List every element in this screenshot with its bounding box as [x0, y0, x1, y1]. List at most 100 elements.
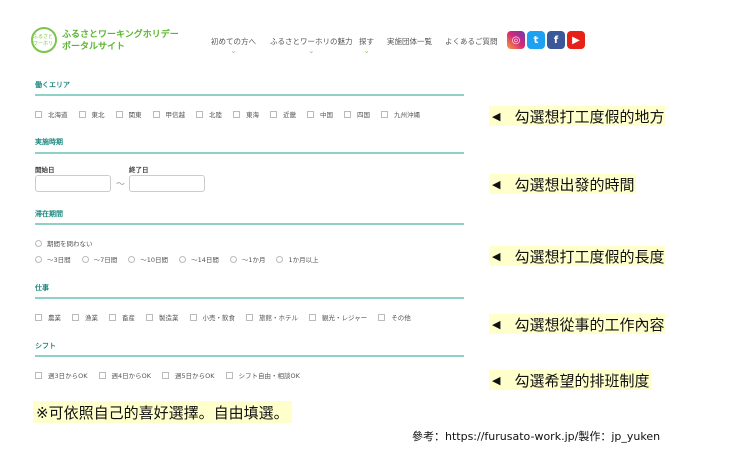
checkbox[interactable] [35, 110, 42, 118]
option-label: ～14日間 [191, 256, 219, 264]
option-label: 北海道 [48, 111, 68, 119]
radio-button[interactable] [128, 255, 136, 263]
nav-first-time[interactable]: 初めての方へ ⌄ [211, 36, 256, 55]
option[interactable]: 中国 [307, 109, 333, 119]
facebook-icon[interactable]: f [547, 31, 565, 49]
option[interactable]: ～1か月 [229, 254, 265, 264]
option[interactable]: 近畿 [270, 109, 296, 119]
option[interactable]: ～14日間 [179, 254, 219, 264]
checkbox[interactable] [270, 110, 277, 118]
option[interactable]: 1か月以上 [276, 254, 319, 264]
option[interactable]: ～7日間 [81, 254, 117, 264]
option-label: 中国 [320, 111, 333, 119]
option-label: 近畿 [283, 111, 296, 119]
checkbox[interactable] [307, 110, 314, 118]
start-date-input[interactable] [35, 175, 111, 192]
twitter-icon[interactable]: t [527, 31, 545, 49]
option[interactable]: その他 [378, 312, 411, 322]
site-logo[interactable]: ふるさとワーホリ [31, 27, 57, 53]
option-label: 小売・飲食 [202, 314, 236, 322]
option[interactable]: 週4日からOK [98, 370, 151, 380]
option[interactable]: 東北 [78, 109, 105, 119]
checkbox[interactable] [152, 110, 160, 118]
annotation-text: 勾選想打工度假的長度 [514, 247, 665, 266]
divider [35, 94, 464, 96]
left-arrow-icon: ◀ [492, 249, 501, 263]
option-label: 九州沖縄 [394, 111, 420, 119]
youtube-icon[interactable]: ▶ [567, 31, 585, 49]
checkbox[interactable] [246, 313, 253, 321]
option-label: 甲信越 [165, 111, 186, 119]
annotation-text: 勾選希望的排班制度 [514, 371, 650, 390]
nav-organizations[interactable]: 実施団体一覧 [387, 36, 432, 47]
checkbox[interactable] [109, 313, 116, 321]
option[interactable]: 東海 [233, 109, 259, 119]
checkbox[interactable] [35, 313, 42, 321]
instagram-icon[interactable]: ◎ [507, 31, 525, 49]
start-date-label: 開始日 [35, 166, 55, 174]
radio-button[interactable] [276, 255, 284, 263]
checkbox[interactable] [189, 313, 197, 321]
nav-faq[interactable]: よくあるご質問 [445, 36, 498, 47]
site-title[interactable]: ふるさとワーキングホリデー ポータルサイト [62, 29, 179, 53]
option-label: 期間を問わない [47, 240, 93, 248]
option-label: 週3日からOK [48, 372, 88, 380]
end-date-input[interactable] [129, 175, 205, 192]
option[interactable]: ～3日間 [35, 254, 71, 264]
option-label: 1か月以上 [288, 256, 319, 264]
annotation-shift: ◀ 勾選希望的排班制度 [489, 370, 651, 390]
note-text: ※可依照自己的喜好選擇。自由填選。 [33, 401, 292, 423]
checkbox[interactable] [98, 371, 106, 379]
option[interactable]: 製造業 [146, 312, 179, 322]
option[interactable]: 観光・レジャー [309, 312, 367, 322]
checkbox[interactable] [78, 110, 86, 118]
checkbox[interactable] [115, 110, 123, 118]
checkbox[interactable] [309, 313, 316, 321]
option[interactable]: ～10日間 [128, 254, 168, 264]
option-label: 関東 [128, 111, 142, 119]
option[interactable]: 四国 [344, 109, 370, 119]
option[interactable]: 畜産 [109, 312, 135, 322]
date-separator: ～ [116, 180, 126, 190]
nav-appeal[interactable]: ふるさとワーホリの魅力 ⌄ [270, 36, 353, 55]
section-title-stay: 滞在期間 [35, 210, 63, 218]
option-label: 東海 [246, 111, 259, 119]
option[interactable]: 漁業 [72, 312, 98, 322]
stay-options: ～3日間 ～7日間 ～10日間 ～14日間 ～1か月 1か月以上 [35, 254, 330, 264]
option[interactable]: 週5日からOK [162, 370, 215, 380]
nav-search[interactable]: 探す ⌄ [359, 36, 374, 55]
option[interactable]: 九州沖縄 [381, 109, 420, 119]
left-arrow-icon: ◀ [492, 317, 501, 331]
checkbox[interactable] [146, 313, 153, 321]
option[interactable]: 農業 [35, 312, 61, 322]
radio-button[interactable] [179, 255, 187, 263]
checkbox[interactable] [196, 110, 203, 118]
option[interactable]: 週3日からOK [35, 370, 88, 380]
radio-button[interactable] [35, 239, 42, 247]
checkbox[interactable] [162, 371, 170, 379]
chevron-down-icon: ⌄ [230, 47, 237, 55]
option[interactable]: 関東 [115, 109, 142, 119]
checkbox[interactable] [378, 313, 386, 321]
checkbox[interactable] [72, 313, 79, 321]
option[interactable]: シフト自由・相談OK [225, 370, 300, 380]
stay-any-option[interactable]: 期間を問わない [35, 238, 93, 248]
checkbox[interactable] [233, 110, 240, 118]
option-label: 観光・レジャー [322, 314, 368, 322]
option[interactable]: 北陸 [196, 109, 222, 119]
site-title-line1: ふるさとワーキングホリデー [62, 30, 179, 40]
checkbox[interactable] [381, 110, 388, 118]
annotation-stay: ◀ 勾選想打工度假的長度 [489, 246, 665, 266]
option[interactable]: 甲信越 [152, 109, 186, 119]
annotation-text: 勾選想從事的工作內容 [514, 315, 665, 334]
option[interactable]: 旅館・ホテル [246, 312, 298, 322]
option[interactable]: 北海道 [35, 109, 68, 119]
radio-button[interactable] [229, 255, 237, 263]
checkbox[interactable] [35, 371, 42, 379]
divider [35, 355, 464, 357]
checkbox[interactable] [225, 371, 233, 379]
radio-button[interactable] [81, 255, 89, 263]
option[interactable]: 小売・飲食 [189, 312, 236, 322]
radio-button[interactable] [35, 255, 42, 263]
checkbox[interactable] [344, 110, 351, 118]
